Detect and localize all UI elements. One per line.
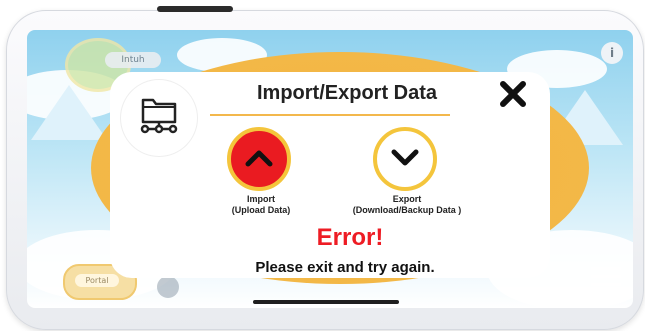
background-tag: Intuh bbox=[105, 52, 161, 68]
export-label-subtitle: (Download/Backup Data ) bbox=[352, 205, 462, 215]
close-button[interactable] bbox=[497, 78, 529, 110]
dialog-title: Import/Export Data bbox=[256, 82, 438, 104]
import-label-subtitle: (Upload Data) bbox=[231, 205, 291, 215]
chevron-down-icon bbox=[391, 149, 419, 166]
import-label-title: Import bbox=[247, 194, 275, 204]
import-label: Import (Upload Data) bbox=[201, 194, 321, 216]
title-underline bbox=[210, 114, 450, 116]
import-button[interactable] bbox=[227, 127, 291, 191]
error-title: Error! bbox=[316, 224, 384, 251]
gear-icon[interactable] bbox=[157, 276, 179, 298]
folder-network-icon bbox=[121, 80, 197, 156]
phone-notch bbox=[157, 6, 233, 12]
error-message: Please exit and try again. bbox=[255, 259, 435, 276]
menu-icon[interactable] bbox=[591, 262, 621, 288]
background-portal-label: Portal bbox=[75, 274, 119, 287]
export-label-title: Export bbox=[392, 194, 422, 204]
close-icon bbox=[500, 81, 526, 107]
snow-mountain bbox=[31, 85, 107, 140]
export-label: Export (Download/Backup Data ) bbox=[327, 194, 487, 216]
home-indicator[interactable] bbox=[253, 300, 399, 304]
chevron-up-icon bbox=[245, 150, 273, 167]
game-screen: Intuh i Portal Import/Export Data Import… bbox=[27, 30, 633, 308]
export-button[interactable] bbox=[373, 127, 437, 191]
info-icon[interactable]: i bbox=[601, 42, 623, 64]
